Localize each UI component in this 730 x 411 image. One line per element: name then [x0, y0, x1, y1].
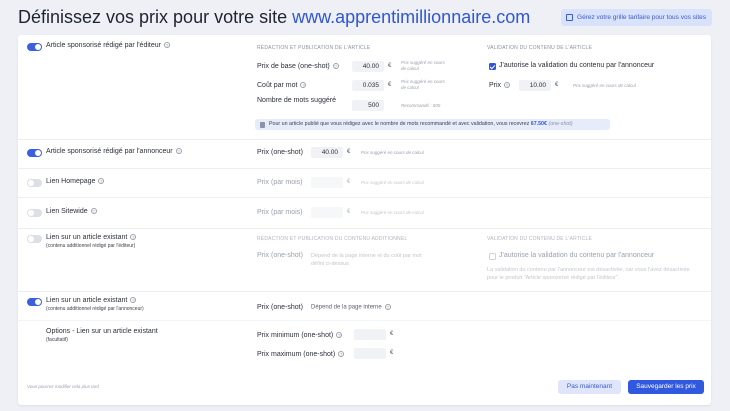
- help-icon[interactable]: ?: [175, 148, 182, 155]
- not-now-button[interactable]: Pas maintenant: [558, 380, 621, 394]
- editor-validation-checkbox[interactable]: [489, 63, 496, 70]
- euro-symbol: €: [347, 209, 351, 215]
- earnings-amount: 67.50€: [530, 121, 547, 127]
- row-editor-article: Article sponsorisé rédigé par l'éditeur?…: [18, 35, 711, 140]
- existing-advertiser-label: Lien sur un article existant?: [46, 297, 137, 304]
- min-price-input[interactable]: [354, 329, 386, 340]
- sitewide-price-label: Prix (par mois): [257, 209, 303, 216]
- help-icon[interactable]: ?: [163, 42, 170, 49]
- pricing-card: Article sponsorisé rédigé par l'éditeur?…: [18, 35, 711, 405]
- per-word-label: Coût par mot?: [257, 82, 307, 89]
- words-label: Nombre de mots suggéré: [257, 97, 336, 104]
- per-word-hint: Prix suggéré en cours de calcul: [401, 79, 445, 90]
- advertiser-article-toggle[interactable]: [27, 149, 42, 157]
- editor-validation-label: J'autorise la validation du contenu par …: [499, 62, 655, 69]
- earnings-banner: Pour un article publié que vous rédigez …: [255, 119, 610, 130]
- page-title: Définissez vos prix pour votre site www.…: [18, 7, 530, 28]
- sitewide-toggle[interactable]: [27, 209, 42, 217]
- footer-note: Vous pourrez modifier cela plus tard: [27, 384, 99, 389]
- info-icon: [260, 121, 265, 128]
- existing-editor-price-label: Prix (one-shot): [257, 252, 303, 259]
- save-prices-button[interactable]: Sauvegarder les prix: [628, 380, 704, 394]
- editor-article-label: Article sponsorisé rédigé par l'éditeur?: [46, 42, 170, 49]
- max-price-input[interactable]: [354, 348, 386, 359]
- homepage-price-input[interactable]: [311, 177, 343, 188]
- title-text: Définissez vos prix pour votre site: [18, 7, 288, 27]
- existing-advertiser-toggle[interactable]: [27, 298, 42, 306]
- sitewide-label: Lien Sitewide?: [46, 208, 97, 215]
- existing-advertiser-price-desc: Dépend de la page interne?: [311, 304, 391, 311]
- row-homepage: Lien Homepage? Prix (par mois) € Prix su…: [18, 169, 711, 198]
- min-price-label: Prix minimum (one-shot)?: [257, 332, 343, 339]
- manage-grid-label: Gérez votre grille tarifaire pour tous v…: [577, 14, 706, 21]
- advertiser-article-label: Article sponsorisé rédigé par l'annonceu…: [46, 148, 182, 155]
- euro-symbol: €: [390, 350, 394, 356]
- advertiser-price-input[interactable]: 40.00: [311, 147, 343, 158]
- homepage-toggle[interactable]: [27, 179, 42, 187]
- words-input[interactable]: 500: [352, 100, 384, 111]
- options-sublabel: (facultatif): [46, 337, 68, 343]
- euro-symbol: €: [347, 149, 351, 155]
- advertiser-price-label: Prix (one-shot): [257, 149, 303, 156]
- options-label: Options - Lien sur un article existant: [46, 328, 158, 335]
- homepage-label: Lien Homepage?: [46, 178, 105, 185]
- help-icon[interactable]: ?: [300, 82, 307, 89]
- existing-validation-label: J'autorise la validation du contenu par …: [499, 252, 655, 259]
- existing-advertiser-price-label: Prix (one-shot): [257, 304, 303, 311]
- section-writing-title: RÉDACTION ET PUBLICATION DE L'ARTICLE: [257, 45, 371, 51]
- validation-price-input[interactable]: 10.00: [519, 80, 551, 91]
- help-icon[interactable]: ?: [336, 332, 343, 339]
- help-icon[interactable]: ?: [332, 63, 339, 70]
- help-icon[interactable]: ?: [384, 304, 391, 310]
- advertiser-price-hint: Prix suggéré en cours de calcul: [361, 150, 424, 155]
- site-name: www.apprentimillionnaire.com: [292, 7, 531, 27]
- help-icon[interactable]: ?: [504, 82, 511, 89]
- existing-validation-checkbox[interactable]: [489, 253, 496, 260]
- max-price-label: Prix maximum (one-shot)?: [257, 351, 345, 358]
- words-hint: Recommandé : 500: [401, 103, 441, 108]
- sitewide-price-hint: Prix suggéré en cours de calcul: [361, 210, 424, 215]
- help-icon[interactable]: ?: [130, 234, 137, 241]
- section-validation-title: VALIDATION DU CONTENU DE L'ARTICLE: [487, 236, 592, 242]
- existing-advertiser-sublabel: (contenu additionnel rédigé par l'annonc…: [46, 306, 144, 312]
- homepage-price-label: Prix (par mois): [257, 179, 303, 186]
- euro-symbol: €: [555, 82, 559, 88]
- help-icon[interactable]: ?: [90, 208, 97, 215]
- editor-article-toggle[interactable]: [27, 43, 42, 51]
- base-price-input[interactable]: 40.00: [352, 61, 384, 72]
- base-price-label: Prix de base (one-shot)?: [257, 63, 339, 70]
- row-options: Options - Lien sur un article existant (…: [18, 321, 711, 367]
- help-icon[interactable]: ?: [338, 351, 345, 358]
- row-sitewide: Lien Sitewide? Prix (par mois) € Prix su…: [18, 198, 711, 229]
- section-validation-title: VALIDATION DU CONTENU DE L'ARTICLE: [487, 45, 592, 51]
- row-existing-article-advertiser: Lien sur un article existant? (contenu a…: [18, 292, 711, 321]
- manage-grid-button[interactable]: Gérez votre grille tarifaire pour tous v…: [561, 9, 712, 26]
- validation-price-hint: Prix suggéré en cours de calcul: [573, 83, 636, 88]
- help-icon[interactable]: ?: [98, 178, 105, 185]
- euro-symbol: €: [388, 82, 392, 88]
- existing-editor-label: Lien sur un article existant?: [46, 234, 137, 241]
- row-advertiser-article: Article sponsorisé rédigé par l'annonceu…: [18, 140, 711, 169]
- existing-editor-toggle[interactable]: [27, 235, 42, 243]
- homepage-price-hint: Prix suggéré en cours de calcul: [361, 180, 424, 185]
- base-price-hint: Prix suggéré en cours de calcul: [401, 60, 445, 71]
- grid-icon: [566, 14, 574, 21]
- row-existing-article-editor: Lien sur un article existant? (contenu a…: [18, 229, 711, 292]
- section-additional-title: RÉDACTION ET PUBLICATION DU CONTENU ADDI…: [257, 236, 408, 242]
- help-icon[interactable]: ?: [130, 297, 137, 304]
- euro-symbol: €: [388, 63, 392, 69]
- existing-validation-note: La validation du contenu par l'annonceur…: [487, 267, 690, 281]
- euro-symbol: €: [347, 179, 351, 185]
- existing-editor-price-desc: Dépend de la page interne et du coût par…: [311, 253, 422, 267]
- existing-editor-sublabel: (contenu additionnel rédigé par l'éditeu…: [46, 243, 136, 249]
- per-word-input[interactable]: 0.035: [352, 80, 384, 91]
- euro-symbol: €: [390, 331, 394, 337]
- sitewide-price-input[interactable]: [311, 207, 343, 218]
- validation-price-label: Prix?: [489, 82, 511, 89]
